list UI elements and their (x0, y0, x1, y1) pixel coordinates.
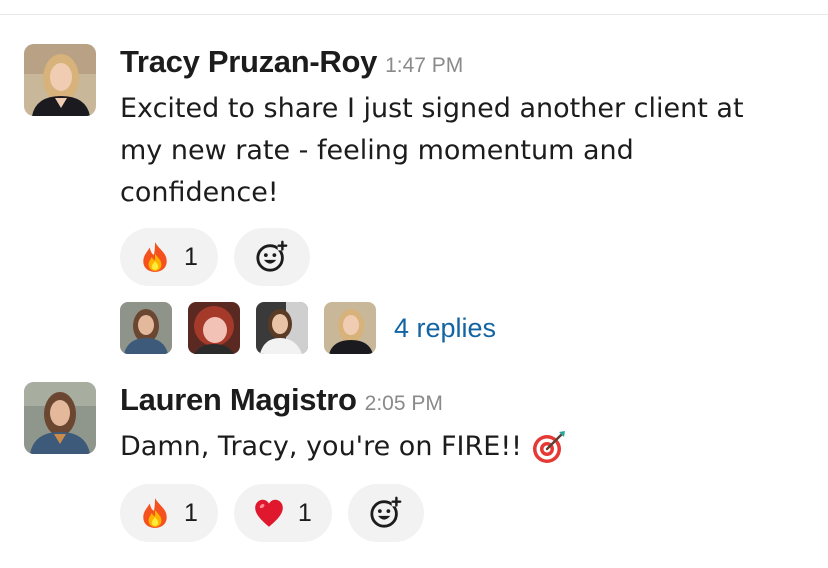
reaction-count: 1 (297, 498, 312, 527)
message-text: Excited to share I just signed another c… (120, 88, 744, 214)
fire-emoji-icon (143, 242, 167, 272)
avatar[interactable] (24, 44, 96, 116)
reaction-bar: 1 (120, 228, 310, 286)
message-text-line: Excited to share I just signed another c… (120, 93, 744, 124)
message-text-line: my new rate - feeling momentum and (120, 135, 634, 166)
message-text: Damn, Tracy, you're on FIRE!! (120, 426, 568, 468)
participant-avatar (188, 302, 240, 354)
participant-avatar (120, 302, 172, 354)
timestamp[interactable]: 1:47 PM (385, 54, 463, 77)
reaction-count: 1 (184, 242, 198, 271)
avatar[interactable] (24, 382, 96, 454)
top-divider (0, 14, 828, 15)
thread-summary[interactable]: 4 replies (120, 302, 496, 354)
reaction-heart[interactable]: 1 (233, 484, 332, 542)
participant-avatar (256, 302, 308, 354)
reaction-bar: 1 1 (120, 484, 424, 542)
message-text-content: Damn, Tracy, you're on FIRE!! (120, 431, 522, 462)
add-reaction-button[interactable] (233, 228, 310, 286)
add-reaction-icon (256, 240, 288, 272)
participant-avatar (324, 302, 376, 354)
add-reaction-button[interactable] (347, 484, 424, 542)
author-name[interactable]: Tracy Pruzan-Roy (120, 44, 377, 79)
replies-link[interactable]: 4 replies (394, 313, 496, 344)
fire-emoji-icon (143, 498, 167, 528)
author-name[interactable]: Lauren Magistro (120, 382, 357, 417)
reaction-count: 1 (184, 498, 198, 527)
message-text-line: confidence! (120, 177, 279, 208)
reaction-fire[interactable]: 1 (120, 484, 218, 542)
reaction-fire[interactable]: 1 (120, 228, 218, 286)
timestamp[interactable]: 2:05 PM (365, 392, 443, 415)
add-reaction-icon (370, 496, 402, 528)
red-heart-emoji-icon (255, 499, 283, 527)
direct-hit-emoji-icon (532, 431, 565, 463)
